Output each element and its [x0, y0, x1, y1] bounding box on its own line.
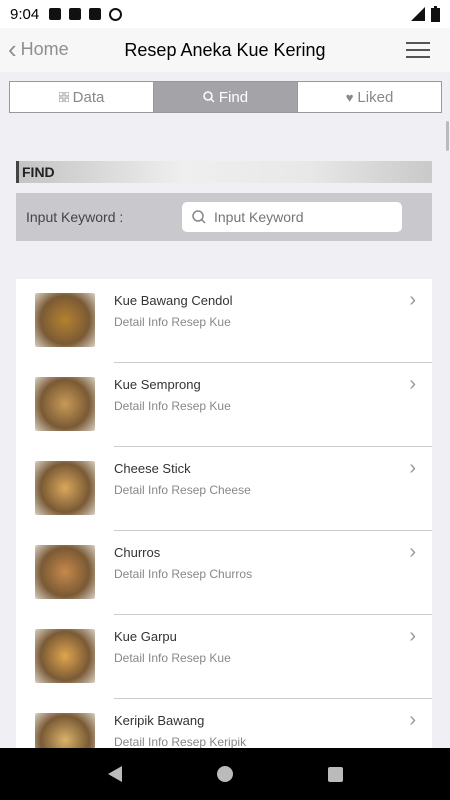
recipe-thumbnail [35, 713, 95, 748]
back-label: Home [20, 38, 69, 59]
chevron-right-icon: › [409, 625, 416, 647]
system-navigation-bar [0, 748, 450, 800]
sync-icon [109, 7, 123, 21]
recipe-subtitle: Detail Info Resep Keripik [114, 735, 247, 748]
find-section-header: FIND [16, 161, 432, 183]
tab-data-label: Data [72, 88, 105, 106]
recipe-thumbnail [35, 545, 95, 599]
notification-a-icon [49, 8, 62, 20]
recipe-list: Kue Bawang Cendol Detail Info Resep Kue … [16, 279, 432, 748]
search-icon [203, 91, 215, 103]
recipe-title: Kue Garpu [114, 629, 177, 644]
recipe-title: Kue Semprong [114, 377, 201, 392]
keyword-label: Input Keyword : [26, 209, 124, 225]
recipe-title: Keripik Bawang [114, 713, 205, 728]
recipe-subtitle: Detail Info Resep Kue [114, 651, 231, 665]
tab-liked-label: Liked [357, 88, 394, 106]
recipe-subtitle: Detail Info Resep Cheese [114, 483, 251, 497]
recipe-subtitle: Detail Info Resep Churros [114, 567, 253, 581]
heart-icon: ♥ [345, 89, 354, 105]
status-bar: 9:04 [0, 0, 450, 28]
navigation-bar: ‹ Home Resep Aneka Kue Kering [0, 28, 450, 72]
recipe-subtitle: Detail Info Resep Kue [114, 399, 231, 413]
search-input[interactable] [214, 209, 384, 225]
recipe-title: Kue Bawang Cendol [114, 293, 233, 308]
status-time: 9:04 [10, 5, 40, 23]
list-item[interactable]: Kue Garpu Detail Info Resep Kue › [16, 615, 432, 699]
recipe-title: Cheese Stick [114, 461, 191, 476]
tab-data[interactable]: Data [10, 82, 154, 112]
recipe-thumbnail [35, 629, 95, 683]
find-section-label: FIND [22, 164, 55, 180]
search-icon [192, 210, 206, 224]
signal-icon [411, 7, 425, 21]
search-input-box[interactable] [182, 202, 402, 232]
recipe-title: Churros [114, 545, 161, 560]
chevron-right-icon: › [409, 457, 416, 479]
scrollbar[interactable] [446, 121, 449, 151]
back-button[interactable]: ‹ Home [8, 34, 69, 64]
chevron-left-icon: ‹ [8, 34, 17, 64]
list-item[interactable]: Kue Semprong Detail Info Resep Kue › [16, 363, 432, 447]
list-item[interactable]: Kue Bawang Cendol Detail Info Resep Kue … [16, 279, 432, 363]
tab-find-label: Find [218, 88, 249, 106]
recents-square-icon[interactable] [327, 766, 343, 782]
recipe-thumbnail [35, 377, 95, 431]
segmented-tabs: Data Find ♥ Liked [9, 81, 442, 113]
sd-card-icon [89, 8, 102, 20]
menu-icon[interactable] [406, 42, 430, 58]
tab-liked[interactable]: ♥ Liked [298, 82, 441, 112]
list-item[interactable]: Keripik Bawang Detail Info Resep Keripik… [16, 699, 432, 748]
grid-icon [58, 92, 69, 102]
chevron-right-icon: › [409, 541, 416, 563]
recipe-subtitle: Detail Info Resep Kue [114, 315, 231, 329]
keyword-row: Input Keyword : [16, 193, 432, 241]
recipe-thumbnail [35, 461, 95, 515]
list-item[interactable]: Cheese Stick Detail Info Resep Cheese › [16, 447, 432, 531]
settings-notification-icon [69, 8, 82, 20]
chevron-right-icon: › [409, 709, 416, 731]
battery-icon [431, 6, 440, 22]
chevron-right-icon: › [409, 373, 416, 395]
home-circle-icon[interactable] [216, 766, 233, 782]
recipe-thumbnail [35, 293, 95, 347]
chevron-right-icon: › [409, 289, 416, 311]
list-item[interactable]: Churros Detail Info Resep Churros › [16, 531, 432, 615]
tab-find[interactable]: Find [154, 82, 298, 112]
back-triangle-icon[interactable] [107, 766, 122, 782]
content-area[interactable]: FIND Input Keyword : Kue Bawang Cendol D… [0, 121, 450, 748]
